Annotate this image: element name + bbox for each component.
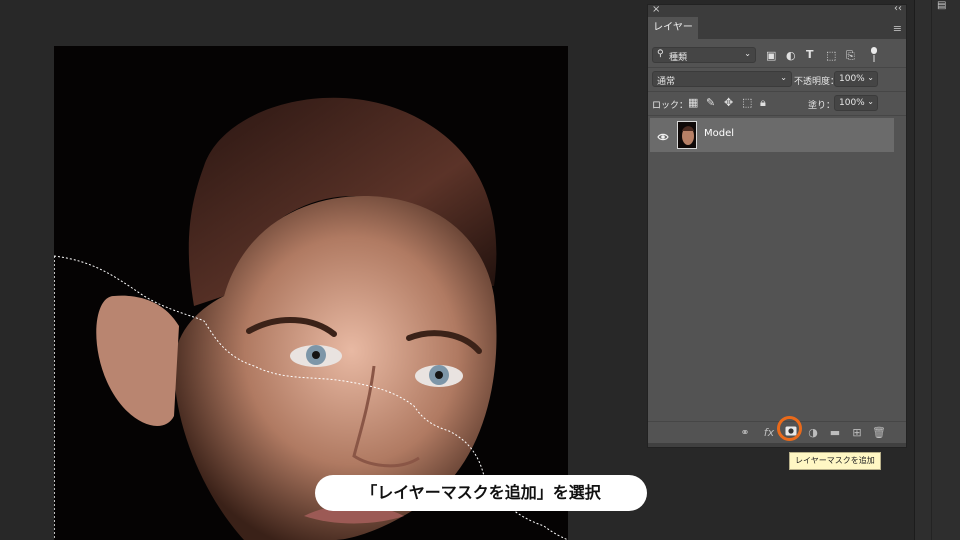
adjustment-icon[interactable]: ◑	[806, 426, 820, 439]
folder-icon[interactable]: ▬	[828, 426, 842, 439]
trash-icon[interactable]: 🗑︎	[872, 426, 886, 439]
model-photo	[54, 46, 568, 540]
layer-name[interactable]: Model	[704, 128, 734, 139]
filter-shape-icon[interactable]: ⬚	[826, 49, 836, 62]
tab-layers[interactable]: レイヤー	[648, 17, 698, 39]
lock-all-icon[interactable]: 🔒︎	[760, 96, 766, 110]
fill-value: 100%	[839, 98, 865, 108]
new-layer-icon[interactable]: ⊞	[850, 426, 864, 439]
filter-toggle-icon[interactable]	[870, 47, 878, 63]
lock-image-icon[interactable]: ✎	[706, 96, 715, 109]
filter-kind-select[interactable]: ⚲ 種類 ⌄	[652, 47, 756, 63]
document-canvas[interactable]	[54, 46, 568, 540]
fill-input[interactable]: 100% ⌄	[834, 95, 878, 111]
filter-adjustment-icon[interactable]: ◐	[786, 49, 796, 62]
close-icon[interactable]: ×	[652, 4, 660, 15]
layer-thumbnail[interactable]	[677, 121, 697, 149]
chevron-down-icon: ⌄	[867, 97, 874, 106]
instruction-caption: 「レイヤーマスクを追加」を選択	[315, 475, 647, 511]
chevron-down-icon: ⌄	[744, 49, 751, 58]
link-icon[interactable]: ⚭	[738, 426, 752, 439]
right-dock: ▤	[914, 0, 960, 540]
opacity-label: 不透明度：	[794, 77, 840, 87]
panel-bottom-strip	[648, 443, 906, 447]
fill-label: 塗り：	[808, 101, 836, 111]
filter-kind-label: 種類	[669, 53, 688, 63]
lock-position-icon[interactable]: ✥	[724, 96, 733, 109]
blend-mode-select[interactable]: 通常 ⌄	[652, 71, 792, 87]
lock-artboard-icon[interactable]: ⬚	[742, 96, 752, 109]
eye-icon[interactable]	[657, 127, 669, 146]
filter-pixel-icon[interactable]: ▣	[766, 49, 776, 62]
opacity-input[interactable]: 100% ⌄	[834, 71, 878, 87]
chevron-down-icon: ⌄	[867, 73, 874, 82]
fx-icon[interactable]: fx	[762, 426, 776, 439]
opacity-value: 100%	[839, 74, 865, 84]
chevron-down-icon: ⌄	[780, 73, 787, 82]
panel-tab-row: レイヤー ≡	[648, 17, 906, 39]
filter-type-icon[interactable]: T	[806, 48, 814, 61]
blend-mode-value: 通常	[657, 77, 676, 87]
search-icon: ⚲	[657, 49, 664, 59]
filter-smart-object-icon[interactable]: ⎘	[846, 49, 855, 63]
highlight-ring	[777, 416, 802, 441]
panel-header-bar: × ‹‹	[648, 3, 906, 17]
tooltip: レイヤーマスクを追加	[789, 452, 881, 470]
layers-panel: × ‹‹ レイヤー ≡ ⚲ 種類 ⌄ ▣ ◐ T ⬚ ⎘ 通常 ⌄ 不透明度： …	[647, 3, 907, 448]
lock-transparent-icon[interactable]: ▦	[688, 96, 698, 109]
collapse-icon[interactable]: ‹‹	[894, 3, 902, 14]
lock-label: ロック：	[652, 101, 689, 111]
dock-tool-icon[interactable]: ▤	[937, 0, 955, 12]
panel-menu-icon[interactable]: ≡	[893, 22, 902, 35]
layer-row-model[interactable]: Model	[650, 118, 894, 152]
